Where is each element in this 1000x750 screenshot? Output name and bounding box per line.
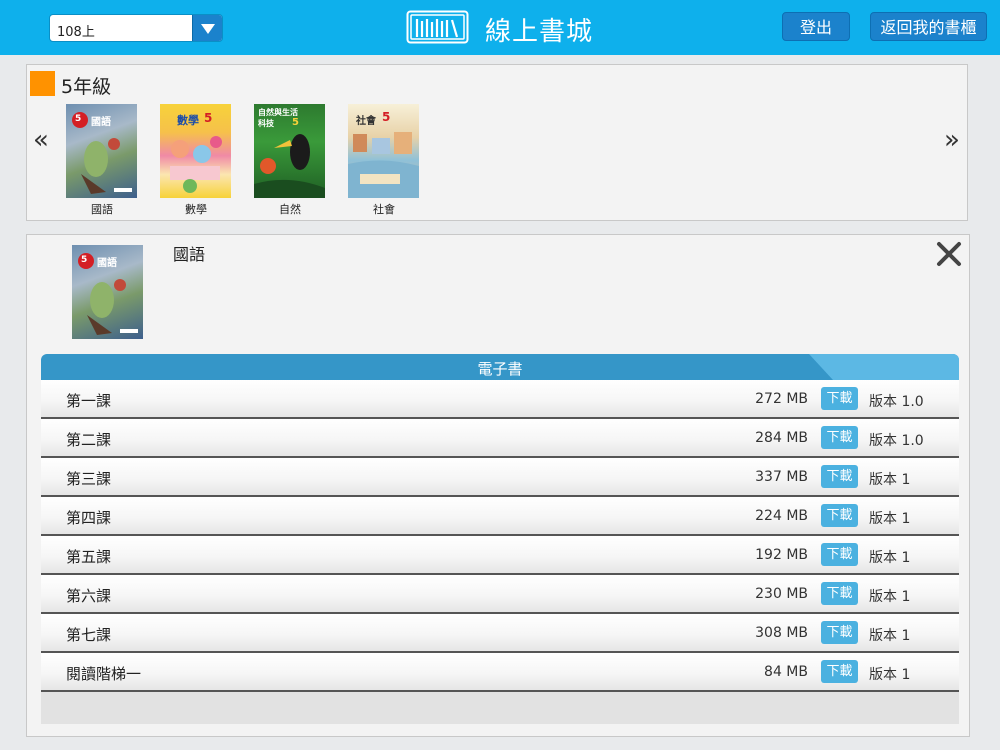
lesson-title: 第四課 (66, 509, 112, 527)
cover-illustration (87, 279, 138, 335)
book-label: 社會 (373, 203, 395, 216)
lesson-title: 第三課 (66, 470, 112, 488)
book-math[interactable]: 數學 5 數學 (160, 104, 232, 217)
dropdown-button[interactable] (192, 15, 222, 41)
cover-illustration (81, 138, 132, 194)
version-text: 版本 1 (869, 667, 911, 683)
download-button[interactable]: 下載 (821, 543, 858, 566)
top-header: 108上 線上書城 登出 返回我的書櫃 (0, 0, 1000, 55)
lesson-title: 第一課 (66, 392, 112, 410)
book-social[interactable]: 社會 5 社會 (348, 104, 420, 217)
cover-illustration (348, 132, 419, 198)
list-item: 第五課 192 MB 下載 版本 1 (41, 536, 959, 575)
grade-title: 5年級 (61, 76, 112, 98)
lesson-title: 閱讀階梯一 (66, 665, 142, 683)
book-label: 數學 (185, 203, 207, 216)
version-text: 版本 1 (869, 628, 911, 644)
detail-book-title: 國語 (173, 245, 206, 264)
version-text: 版本 1.0 (869, 433, 924, 449)
book-cover-image: 自然與生活科技 5 (254, 104, 325, 198)
lesson-title: 第七課 (66, 626, 112, 644)
chevron-down-icon (201, 24, 215, 34)
list-item: 第四課 224 MB 下載 版本 1 (41, 497, 959, 536)
list-item: 閱讀階梯一 84 MB 下載 版本 1 (41, 653, 959, 692)
list-item: 第七課 308 MB 下載 版本 1 (41, 614, 959, 653)
file-size: 230 MB (755, 586, 808, 602)
book-chinese[interactable]: 5 國語 國語 (66, 104, 138, 217)
file-size: 224 MB (755, 508, 808, 524)
book-label: 國語 (91, 203, 113, 216)
list-item: 第三課 337 MB 下載 版本 1 (41, 458, 959, 497)
semester-select[interactable]: 108上 (49, 14, 223, 42)
download-button[interactable]: 下載 (821, 660, 858, 683)
lesson-title: 第二課 (66, 431, 112, 449)
close-icon[interactable] (934, 239, 964, 269)
file-size: 84 MB (764, 664, 808, 680)
file-size: 308 MB (755, 625, 808, 641)
list-item: 第一課 272 MB 下載 版本 1.0 (41, 380, 959, 419)
file-size: 284 MB (755, 430, 808, 446)
detail-book-cover: 5 國語 (72, 245, 143, 339)
version-text: 版本 1 (869, 511, 911, 527)
cover-illustration (254, 134, 325, 198)
version-text: 版本 1.0 (869, 394, 924, 410)
book-cover-image: 社會 5 (348, 104, 419, 198)
version-text: 版本 1 (869, 472, 911, 488)
ebook-list: 第一課 272 MB 下載 版本 1.0 第二課 284 MB 下載 版本 1.… (41, 380, 959, 724)
next-arrow-icon[interactable]: » (944, 127, 960, 153)
lesson-title: 第五課 (66, 548, 112, 566)
logout-button[interactable]: 登出 (782, 12, 850, 41)
download-button[interactable]: 下載 (821, 465, 858, 488)
download-button[interactable]: 下載 (821, 504, 858, 527)
file-size: 337 MB (755, 469, 808, 485)
semester-value: 108上 (57, 25, 95, 40)
file-size: 192 MB (755, 547, 808, 563)
grade-panel: 5年級 « » 5 國語 國語 數學 5 數學 自然與生活科技 5 自然 社會 … (26, 64, 968, 221)
book-detail-panel: 5 國語 國語 電子書 第一課 272 MB 下載 版本 1.0 第二課 284… (26, 234, 970, 737)
lesson-title: 第六課 (66, 587, 112, 605)
version-text: 版本 1 (869, 550, 911, 566)
book-label: 自然 (279, 203, 301, 216)
download-button[interactable]: 下載 (821, 621, 858, 644)
book-cover-image: 5 國語 (66, 104, 137, 198)
grade-color-swatch (30, 71, 55, 96)
prev-arrow-icon[interactable]: « (33, 127, 49, 153)
file-size: 272 MB (755, 391, 808, 407)
app-title: 線上書城 (485, 17, 594, 47)
list-item: 第二課 284 MB 下載 版本 1.0 (41, 419, 959, 458)
ebook-section-title: 電子書 (477, 360, 523, 378)
download-button[interactable]: 下載 (821, 582, 858, 605)
list-item: 第六課 230 MB 下載 版本 1 (41, 575, 959, 614)
ebook-section-header: 電子書 (41, 354, 959, 380)
back-to-bookshelf-button[interactable]: 返回我的書櫃 (870, 12, 987, 41)
cover-illustration (170, 136, 222, 193)
bookshelf-icon (406, 10, 469, 44)
book-nature[interactable]: 自然與生活科技 5 自然 (254, 104, 326, 217)
download-button[interactable]: 下載 (821, 426, 858, 449)
version-text: 版本 1 (869, 589, 911, 605)
download-button[interactable]: 下載 (821, 387, 858, 410)
book-cover-image: 數學 5 (160, 104, 231, 198)
